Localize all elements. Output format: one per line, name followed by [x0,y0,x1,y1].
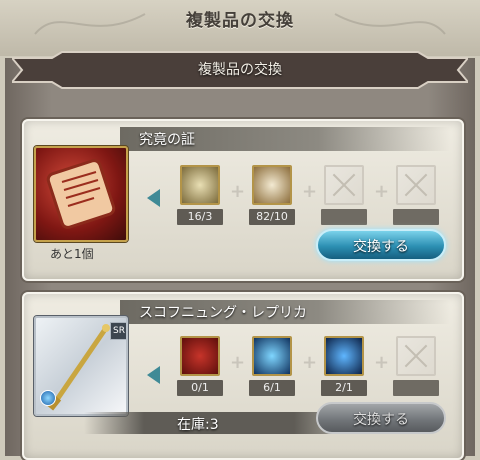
empty-slot-icon [396,165,436,205]
remaining-count: あと1個 [50,247,94,261]
plus-icon: + [230,352,246,373]
material-count [393,209,439,225]
rarity-badge: SR [110,322,126,340]
material-count [321,209,367,225]
plus-icon: + [374,181,390,202]
banner-title: 複製品の交換 [198,62,282,78]
scroll-icon [180,165,220,205]
item-name: 究竟の証 [139,132,195,148]
material-count [393,380,439,396]
red-scroll-icon [180,336,220,376]
arrow-left-icon [147,366,160,384]
material-count: 82/10 [249,209,295,225]
material-count: 16/3 [177,209,223,225]
exchange-button[interactable]: 交換する [316,402,446,434]
plus-icon: + [230,181,246,202]
element-orb-icon [40,390,56,406]
plus-icon: + [374,352,390,373]
exchange-item-card: 究竟の証 あと1個 16/3 + 82/10 + + 交換する [22,119,464,281]
plus-icon: + [302,352,318,373]
sword-icon: SR [34,316,128,416]
stock-count: 在庫:3 [177,417,219,433]
page-title: 複製品の交換 [186,11,294,31]
material-count: 2/1 [321,380,367,396]
item-name: スコフニュング・レプリカ [139,305,307,321]
blue-orb-icon [252,336,292,376]
exchange-item-card: スコフニュング・レプリカ SR 0/1 + 6/1 + 2/1 + 在庫:3 交… [22,292,464,460]
empty-slot-icon [324,165,364,205]
exchange-button[interactable]: 交換する [316,229,446,261]
plus-icon: + [302,181,318,202]
scroll-badge-icon [252,165,292,205]
arrow-left-icon [147,189,160,207]
blue-crystal-icon [324,336,364,376]
material-count: 6/1 [249,380,295,396]
material-count: 0/1 [177,380,223,396]
certificate-scroll-icon [34,146,128,242]
empty-slot-icon [396,336,436,376]
